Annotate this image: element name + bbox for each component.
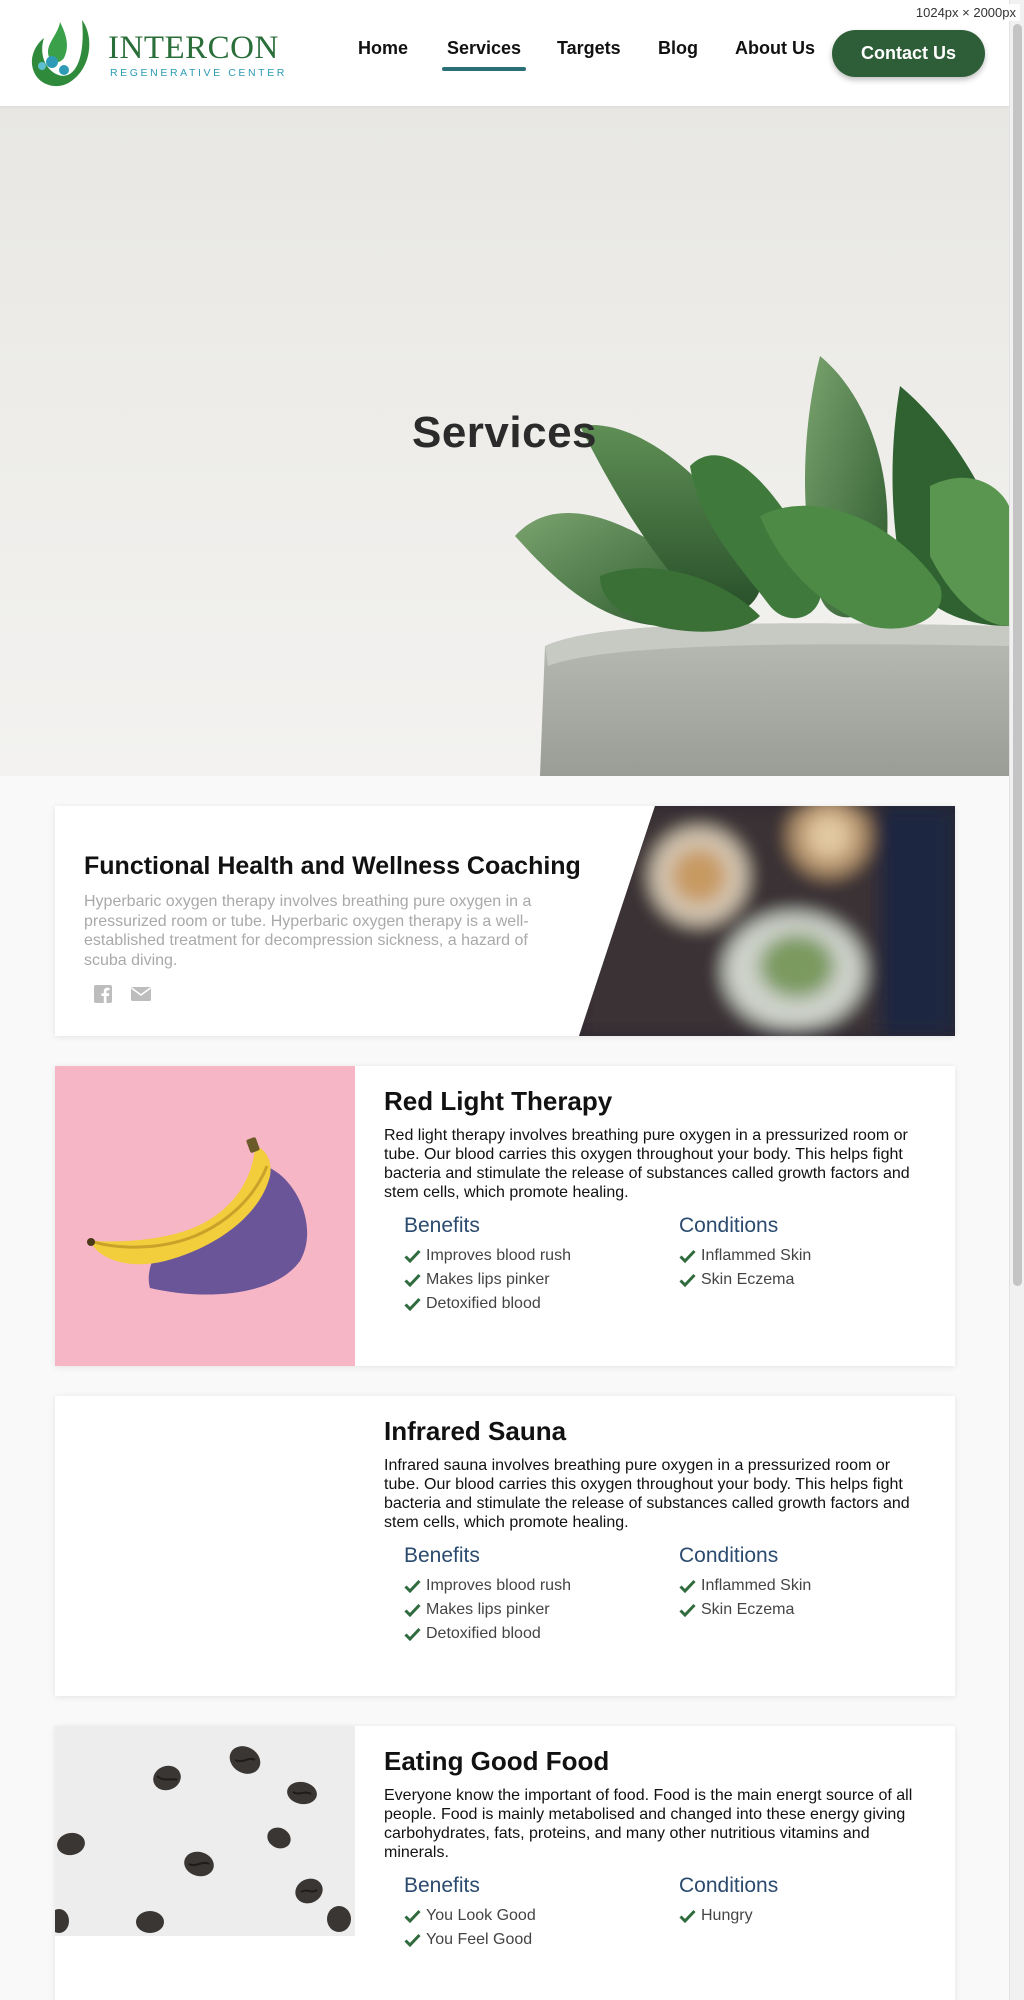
benefit-text: Detoxified blood [426,1295,541,1312]
benefits-heading: Benefits [404,1544,480,1567]
checkmark-icon [404,1273,421,1287]
blurred-food-photo [579,806,955,1036]
list-item: Skin Eczema [679,1598,929,1622]
checkmark-icon [404,1249,421,1263]
contact-us-button[interactable]: Contact Us [832,30,985,77]
service-title: Infrared Sauna [384,1416,567,1446]
list-item: Improves blood rush [404,1574,654,1598]
vertical-scrollbar[interactable] [1009,0,1024,2000]
conditions-heading: Conditions [679,1544,779,1567]
list-item: You Feel Good [404,1928,654,1952]
service-description: Red light therapy involves breathing pur… [384,1127,910,1201]
benefit-text: You Look Good [426,1907,536,1924]
service-card-eating-good-food: Eating Good Food Everyone know the impor… [55,1726,955,2000]
coffee-beans-photo [55,1726,355,1936]
checkmark-icon [404,1297,421,1311]
conditions-heading: Conditions [679,1214,779,1237]
intro-description: Hyperbaric oxygen therapy involves breat… [84,893,532,969]
list-item: Improves blood rush [404,1244,654,1268]
benefit-text: You Feel Good [426,1931,533,1948]
list-item: Detoxified blood [404,1292,654,1316]
checkmark-icon [679,1603,696,1617]
list-item: Detoxified blood [404,1622,654,1646]
site-header: INTERCON REGENERATIVE CENTER Home Servic… [0,0,1009,106]
hero-banner: Services [0,106,1009,776]
facebook-icon[interactable] [93,984,113,1004]
checkmark-icon [404,1933,421,1947]
conditions-list: Conditions Inflammed Skin Skin Eczema [679,1214,929,1292]
benefit-text: Makes lips pinker [426,1601,550,1618]
checkmark-icon [679,1579,696,1593]
viewport-size-badge: 1024px × 2000px [911,4,1020,21]
benefits-list: Benefits Improves blood rush Makes lips … [404,1544,654,1646]
list-item: Inflammed Skin [679,1244,929,1268]
checkmark-icon [404,1627,421,1641]
service-card-red-light-therapy: Red Light Therapy Red light therapy invo… [55,1066,955,1366]
condition-text: Inflammed Skin [701,1247,812,1264]
list-item: You Look Good [404,1904,654,1928]
benefits-heading: Benefits [404,1214,480,1237]
service-image-placeholder [55,1396,355,1696]
condition-text: Inflammed Skin [701,1577,812,1594]
benefit-text: Improves blood rush [426,1247,571,1264]
benefit-text: Detoxified blood [426,1625,541,1642]
checkmark-icon [679,1909,696,1923]
nav-about-us[interactable]: About Us [735,38,815,59]
envelope-icon[interactable] [131,984,151,1004]
benefit-text: Improves blood rush [426,1577,571,1594]
intro-title: Functional Health and Wellness Coaching [84,852,581,880]
checkmark-icon [404,1603,421,1617]
conditions-list: Conditions Hungry [679,1874,929,1928]
condition-text: Skin Eczema [701,1271,795,1288]
nav-targets[interactable]: Targets [557,38,621,59]
benefits-heading: Benefits [404,1874,480,1897]
list-item: Inflammed Skin [679,1574,929,1598]
service-description: Infrared sauna involves breathing pure o… [384,1457,910,1531]
service-title: Eating Good Food [384,1746,610,1776]
checkmark-icon [679,1249,696,1263]
list-item: Makes lips pinker [404,1598,654,1622]
conditions-list: Conditions Inflammed Skin Skin Eczema [679,1544,929,1622]
list-item: Hungry [679,1904,929,1928]
checkmark-icon [679,1273,696,1287]
nav-home[interactable]: Home [358,38,408,59]
nav-blog[interactable]: Blog [658,38,698,59]
conditions-heading: Conditions [679,1874,779,1897]
scrollbar-thumb[interactable] [1013,24,1022,1286]
intro-card: Functional Health and Wellness Coaching … [55,806,955,1036]
service-title: Red Light Therapy [384,1086,613,1116]
list-item: Makes lips pinker [404,1268,654,1292]
benefit-text: Makes lips pinker [426,1271,550,1288]
service-card-infrared-sauna: Infrared Sauna Infrared sauna involves b… [55,1396,955,1696]
checkmark-icon [404,1909,421,1923]
nav-services[interactable]: Services [441,38,527,71]
banana-photo [55,1066,355,1366]
benefits-list: Benefits You Look Good You Feel Good [404,1874,654,1952]
benefits-list: Benefits Improves blood rush Makes lips … [404,1214,654,1316]
list-item: Skin Eczema [679,1268,929,1292]
page-title: Services [411,408,598,457]
service-description: Everyone know the important of food. Foo… [384,1787,913,1861]
checkmark-icon [404,1579,421,1593]
condition-text: Skin Eczema [701,1601,795,1618]
condition-text: Hungry [701,1907,753,1924]
